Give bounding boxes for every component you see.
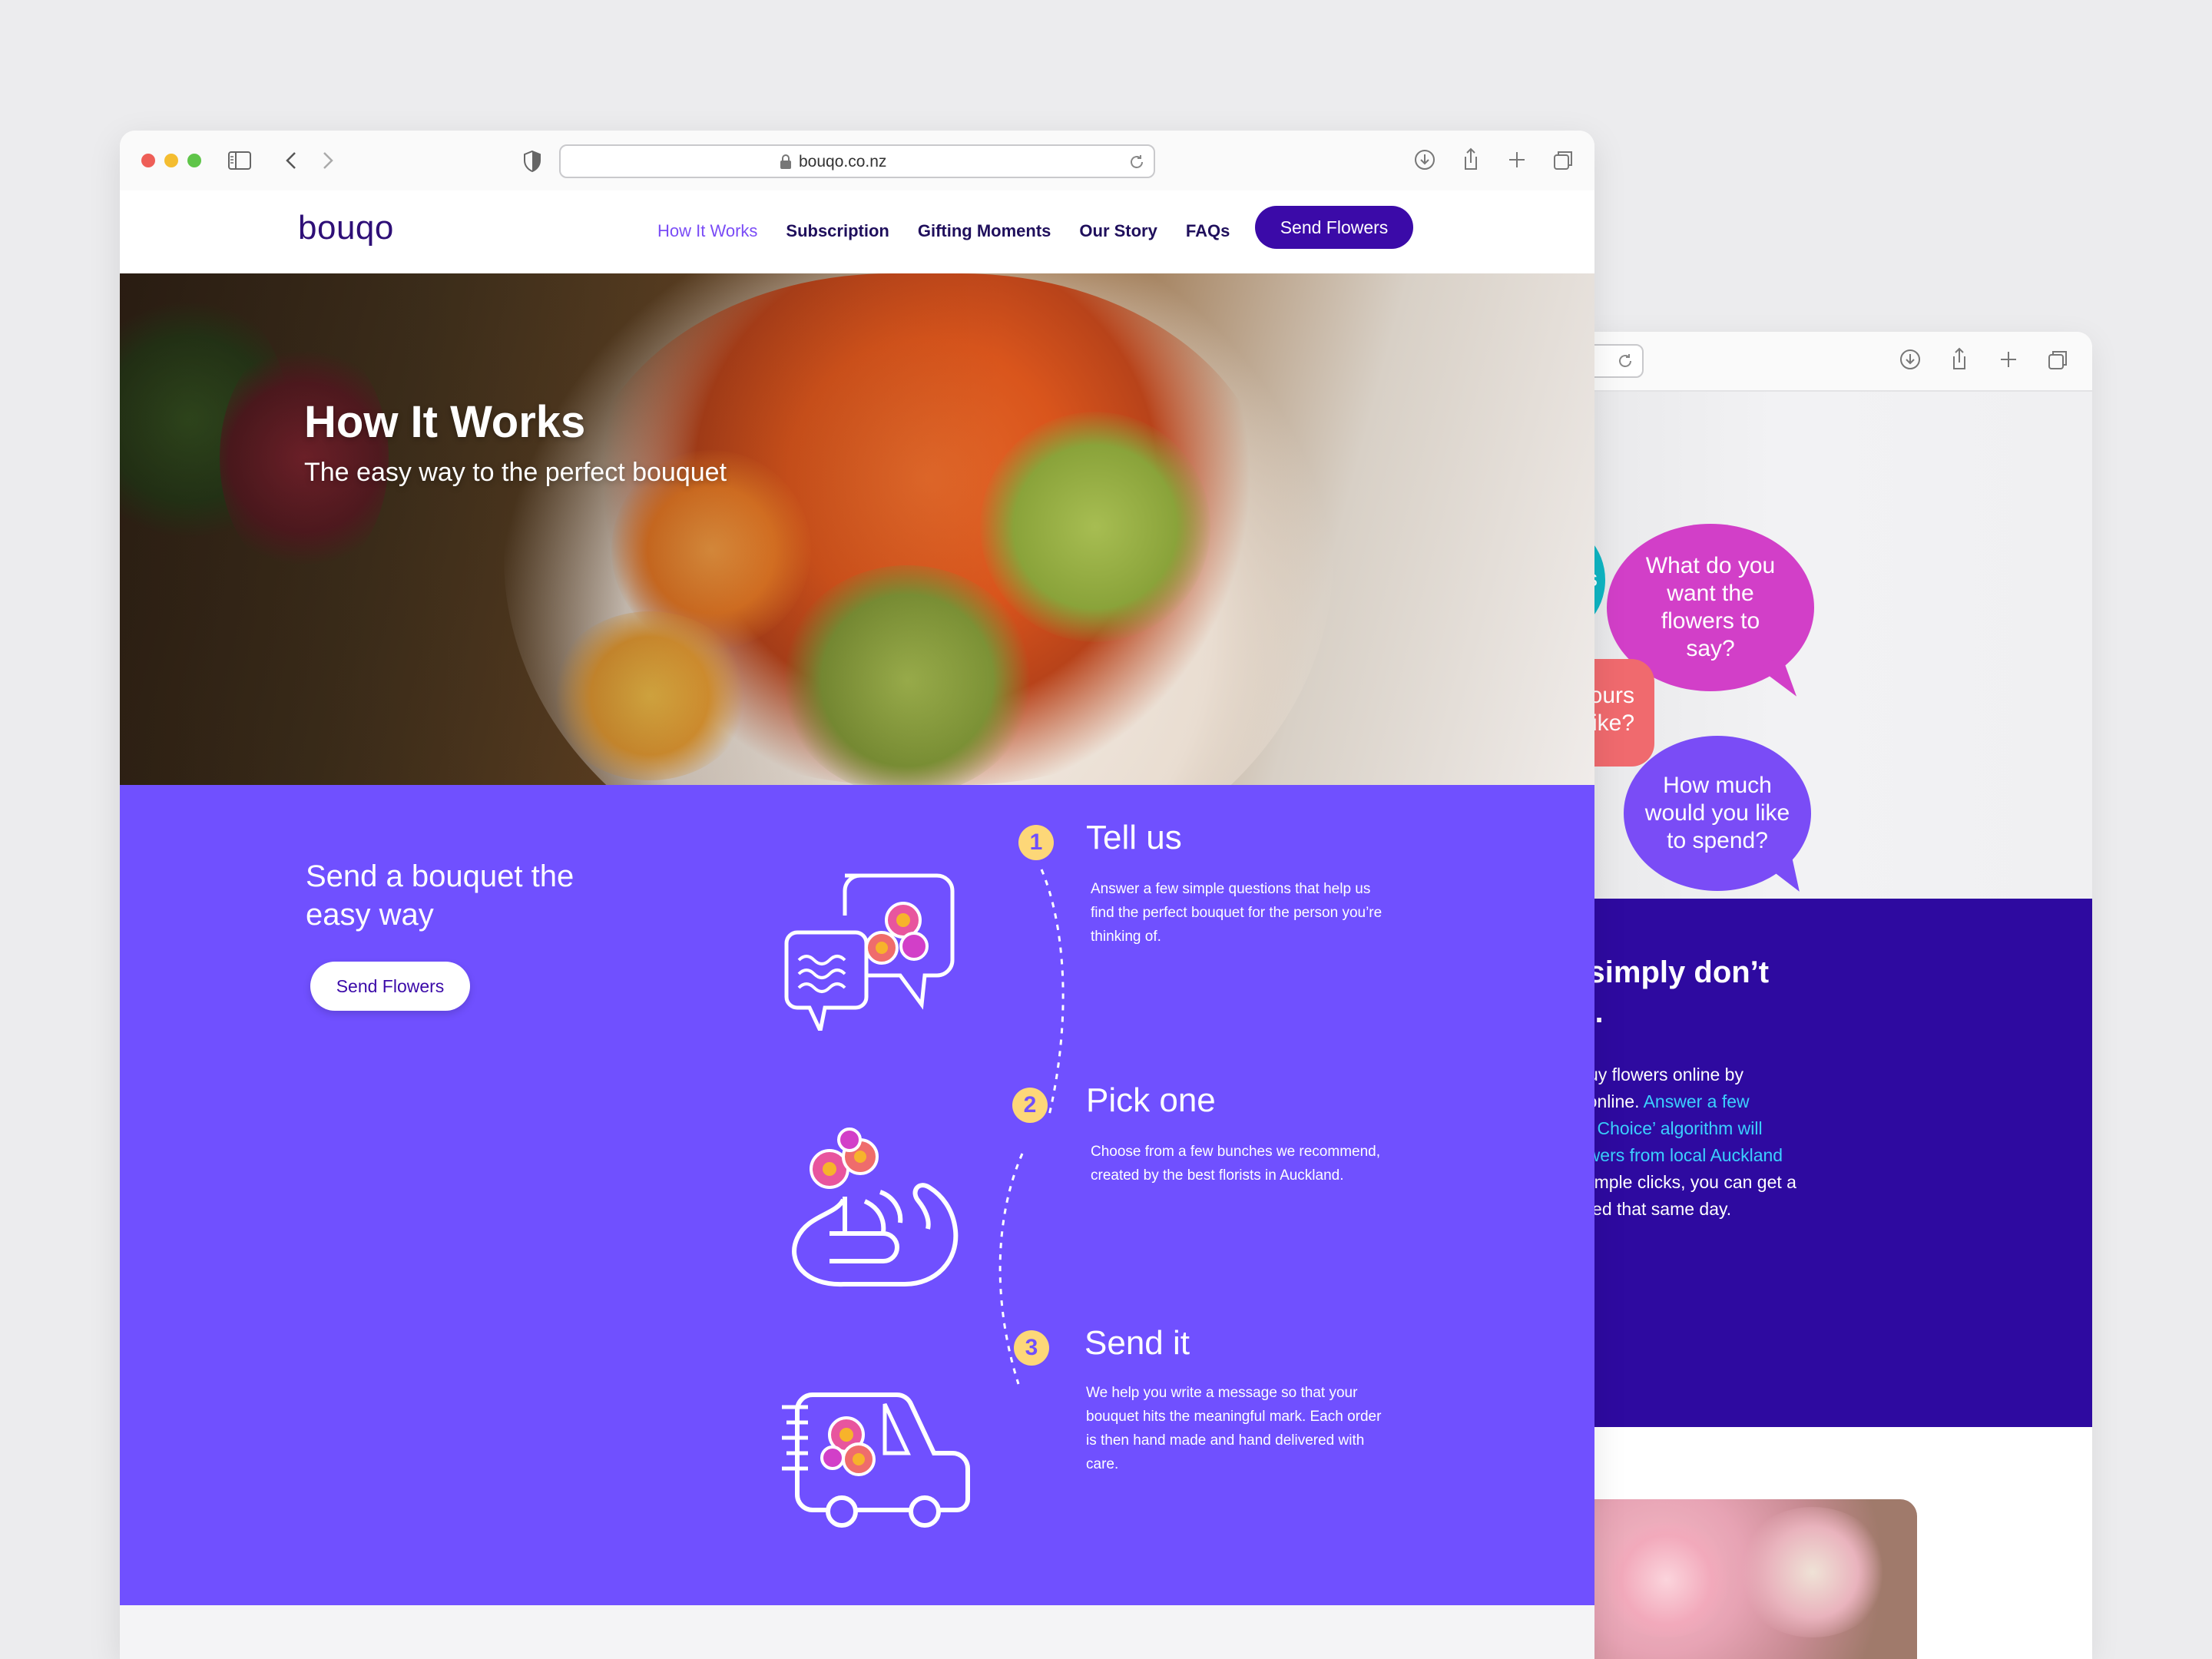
toolbar-actions <box>1413 146 1575 174</box>
chat-bubbles-icon <box>784 873 955 1031</box>
step-title: Pick one <box>1086 1081 1216 1119</box>
next-section <box>120 1605 1594 1659</box>
download-icon[interactable] <box>1413 146 1436 174</box>
forward-arrow-icon[interactable] <box>316 149 338 172</box>
background-browser-window: s What do you want the flowers to say? o… <box>1567 332 2092 1659</box>
main-nav: How It Works Subscription Gifting Moment… <box>657 221 1230 241</box>
steps-lead-text: Send a bouquet the easy way <box>306 859 575 932</box>
reload-icon[interactable] <box>1128 153 1146 171</box>
section-paragraph: o buy flowers online by ce online. Answe… <box>1567 1061 1840 1223</box>
privacy-shield-icon[interactable] <box>521 149 544 174</box>
browser-toolbar: bouqo.co.nz <box>120 131 1594 190</box>
step-number-badge: 1 <box>1018 825 1054 860</box>
tabs-overview-icon[interactable] <box>1551 146 1575 174</box>
step-number-badge: 2 <box>1012 1088 1048 1123</box>
intro-section: u simply don’t ce. o buy flowers online … <box>1567 899 2092 1427</box>
close-button[interactable] <box>141 154 155 167</box>
share-icon[interactable] <box>1948 346 1971 373</box>
new-tab-icon[interactable] <box>1997 346 2020 373</box>
window-controls <box>141 154 201 167</box>
browser-toolbar <box>1567 332 2092 392</box>
site-header: bouqo How It Works Subscription Gifting … <box>120 190 1594 273</box>
reload-icon[interactable] <box>1616 352 1634 370</box>
delivery-van-icon <box>782 1392 970 1528</box>
nav-subscription[interactable]: Subscription <box>786 221 889 241</box>
toolbar-actions <box>1899 346 2069 373</box>
step-number-badge: 3 <box>1014 1330 1049 1366</box>
page-subtitle: The easy way to the perfect bouquet <box>304 458 727 487</box>
bouqo-logo[interactable]: bouqo <box>298 209 394 247</box>
browser-window: bouqo.co.nz bouqo How It Works Subscript… <box>120 131 1594 1659</box>
send-flowers-button[interactable]: Send Flowers <box>1255 206 1413 249</box>
address-bar[interactable]: bouqo.co.nz <box>559 144 1155 178</box>
how-it-works-steps: Send a bouquet the easy way Send Flowers… <box>120 785 1594 1605</box>
section-heading: u simply don’t ce. <box>1567 955 1770 1029</box>
step-title: Tell us <box>1086 819 1182 856</box>
step-description: Answer a few simple questions that help … <box>1091 881 1382 945</box>
minimize-button[interactable] <box>164 154 178 167</box>
dashed-connector <box>1040 869 1065 1116</box>
new-tab-icon[interactable] <box>1505 146 1528 174</box>
download-icon[interactable] <box>1899 346 1922 373</box>
url-text: bouqo.co.nz <box>799 153 887 171</box>
nav-our-story[interactable]: Our Story <box>1079 221 1157 241</box>
nav-gifting-moments[interactable]: Gifting Moments <box>918 221 1051 241</box>
hero-banner: How It Works The easy way to the perfect… <box>120 273 1594 785</box>
share-icon[interactable] <box>1459 146 1482 174</box>
flowers-photo <box>1567 1499 1917 1659</box>
step-description: We help you write a message so that your… <box>1086 1385 1382 1472</box>
nav-faqs[interactable]: FAQs <box>1186 221 1230 241</box>
lock-icon <box>780 154 791 169</box>
page-title: How It Works <box>304 397 586 447</box>
bubble-tail <box>1767 858 1804 899</box>
nav-how-it-works[interactable]: How It Works <box>657 221 757 241</box>
questions-section: s What do you want the flowers to say? o… <box>1567 392 2092 899</box>
zoom-button[interactable] <box>187 154 201 167</box>
hand-flower-icon <box>792 1128 959 1287</box>
sidebar-toggle-icon[interactable] <box>227 151 252 171</box>
step-title: Send it <box>1084 1324 1190 1362</box>
step-description: Choose from a few bunches we recommend, … <box>1091 1144 1381 1184</box>
back-arrow-icon[interactable] <box>281 149 303 172</box>
tabs-overview-icon[interactable] <box>2046 346 2069 373</box>
send-flowers-button[interactable]: Send Flowers <box>310 962 470 1011</box>
